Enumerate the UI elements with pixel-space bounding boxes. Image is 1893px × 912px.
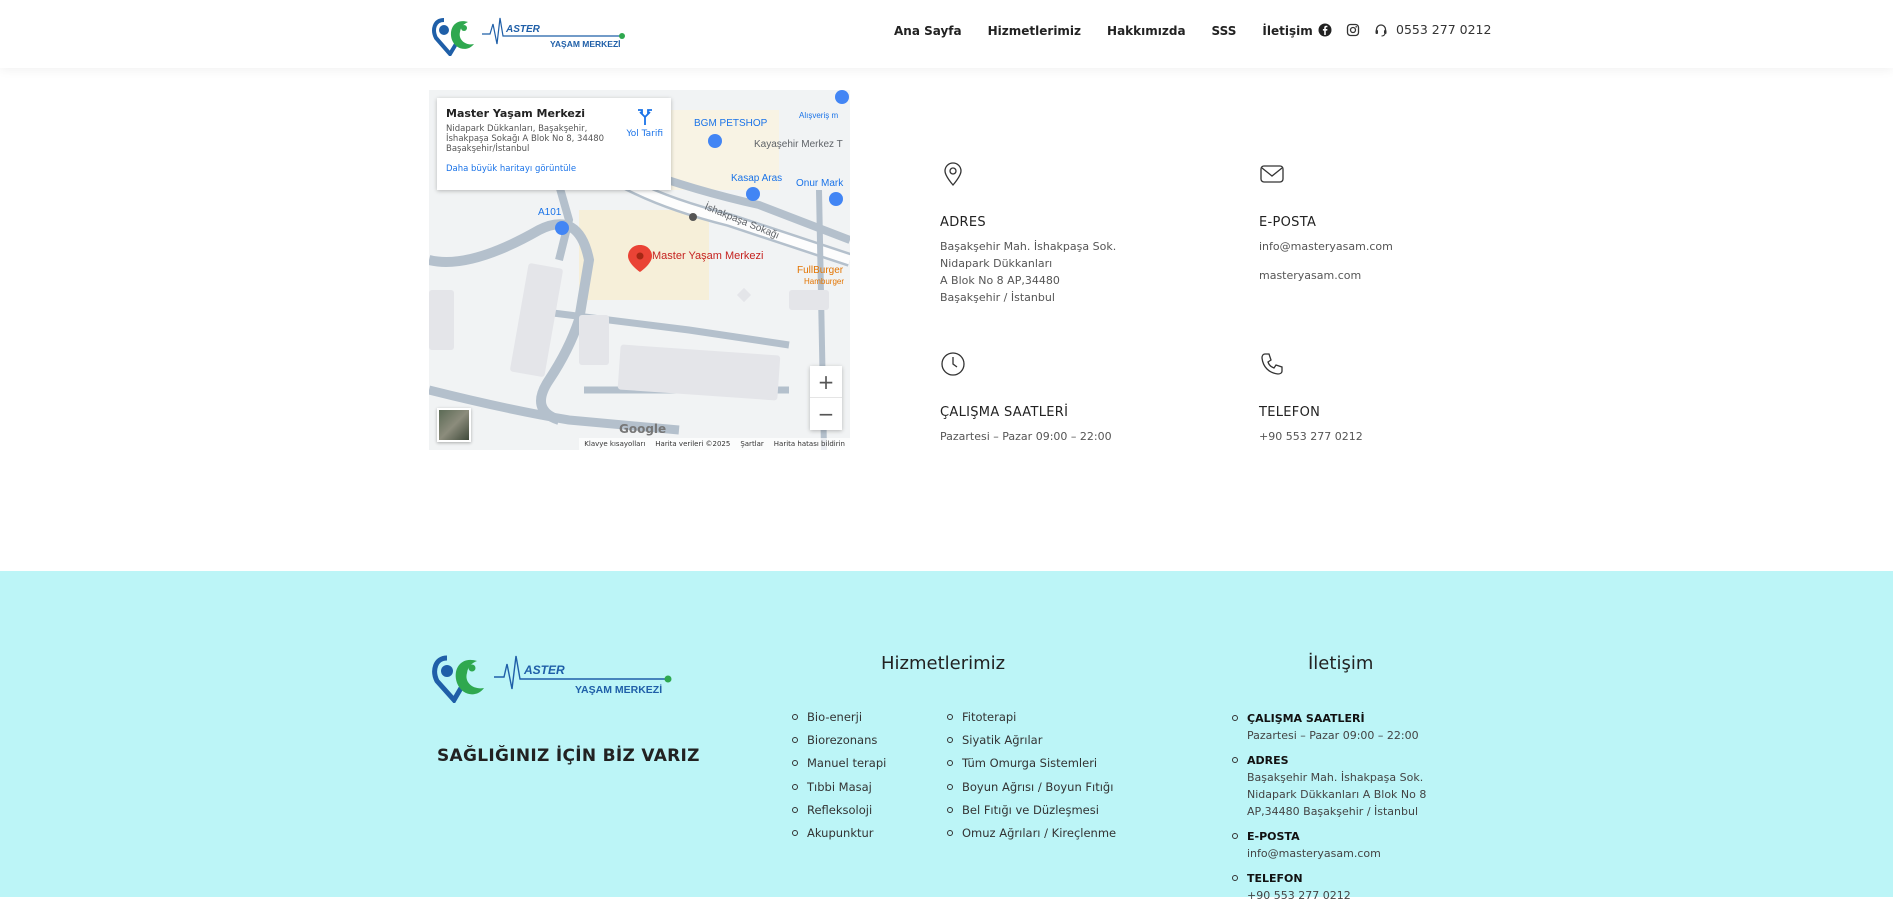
footer-contact-title: ÇALIŞMA SAATLERİ (1247, 712, 1365, 725)
footer-contact-item: E-POSTA info@masteryasam.com (1232, 828, 1447, 862)
logo-text-1: ASTER (505, 24, 541, 35)
header-phone[interactable]: 0553 277 0212 (1396, 22, 1491, 37)
address-title: ADRES (940, 215, 986, 230)
website-text[interactable]: masteryasam.com (1259, 267, 1393, 284)
site-header: ASTER YAŞAM MERKEZİ Ana Sayfa Hizmetleri… (0, 0, 1893, 68)
facebook-icon[interactable] (1318, 23, 1332, 37)
footer-service-link[interactable]: Boyun Ağrısı / Boyun Fıtığı (946, 780, 1116, 803)
map-place-address: Nidapark Dükkanları, Başakşehir, İshakpa… (446, 124, 605, 155)
map-zoom-controls: + − (810, 366, 842, 430)
footer-contact-item: ADRES Başakşehir Mah. İshakpaşa Sok. Nid… (1232, 752, 1447, 820)
hours-text: Pazartesi – Pazar 09:00 – 22:00 (940, 430, 1112, 443)
directions-button[interactable]: Yol Tarifi (626, 108, 663, 139)
footer-contact-title: ADRES (1247, 754, 1289, 767)
email-title: E-POSTA (1259, 215, 1317, 230)
map-label-kayasehir: Kayaşehir Merkez T (754, 139, 843, 150)
nav-services[interactable]: Hizmetlerimiz (988, 24, 1081, 38)
nav-faq[interactable]: SSS (1212, 24, 1237, 38)
hours-title: ÇALIŞMA SAATLERİ (940, 405, 1069, 420)
footer-service-link[interactable]: Bio-enerji (791, 710, 886, 733)
clock-icon (941, 352, 965, 376)
site-footer: ASTER YAŞAM MERKEZİ SAĞLIĞINIZ İÇİN BİZ … (0, 571, 1893, 902)
phone-icon (1261, 353, 1283, 375)
larger-map-link[interactable]: Daha büyük haritayı görüntüle (446, 164, 662, 174)
nav-home[interactable]: Ana Sayfa (894, 24, 962, 38)
footer-service-link[interactable]: Tüm Omurga Sistemleri (946, 756, 1116, 779)
address-text: Başakşehir Mah. İshakpaşa Sok. Nidapark … (940, 238, 1116, 306)
phone-title: TELEFON (1259, 405, 1321, 420)
footer-contact-value: Başakşehir Mah. İshakpaşa Sok. Nidapark … (1247, 771, 1427, 818)
footer-service-link[interactable]: Fitoterapi (946, 710, 1116, 733)
directions-icon (637, 109, 652, 125)
map-label-onur: Onur Mark (796, 178, 844, 189)
location-pin-icon (944, 162, 962, 186)
map-footer: Klavye kısayolları Harita verileri ©2025… (579, 438, 850, 450)
map-label-hamburger: Hamburger (804, 277, 844, 286)
satellite-toggle[interactable] (437, 408, 471, 442)
map-shortcuts-link[interactable]: Klavye kısayolları (584, 440, 645, 448)
address-line: Başakşehir Mah. İshakpaşa Sok. (940, 240, 1117, 253)
logo-text-2: YAŞAM MERKEZİ (550, 39, 621, 49)
map-label-fullburger: FullBurger (797, 265, 844, 276)
site-logo[interactable]: ASTER YAŞAM MERKEZİ (430, 14, 630, 58)
footer-service-link[interactable]: Omuz Ağrıları / Kireçlenme (946, 826, 1116, 849)
nav-contact[interactable]: İletişim (1262, 24, 1312, 38)
map-label-petshop: BGM PETSHOP (694, 118, 768, 129)
contact-phone: TELEFON +90 553 277 0212 (1259, 351, 1363, 445)
contact-address: ADRES Başakşehir Mah. İshakpaşa Sok. Nid… (940, 161, 1116, 306)
footer-service-link[interactable]: Siyatik Ağrılar (946, 733, 1116, 756)
footer-contact-title: TELEFON (1247, 872, 1303, 885)
map-info-card: Master Yaşam Merkezi Nidapark Dükkanları… (437, 98, 671, 190)
footer-contact-heading: İletişim (1308, 653, 1374, 674)
nav-about[interactable]: Hakkımızda (1107, 24, 1186, 38)
footer-service-link[interactable]: Refleksoloji (791, 803, 886, 826)
map-pin-label: Master Yaşam Merkezi (652, 250, 763, 262)
footer-contact-item: TELEFON +90 553 277 0212 (1232, 870, 1447, 904)
headset-icon (1375, 23, 1387, 36)
envelope-icon (1260, 165, 1284, 183)
footer-contact-item: ÇALIŞMA SAATLERİ Pazartesi – Pazar 09:00… (1232, 710, 1447, 744)
instagram-icon[interactable] (1346, 23, 1360, 37)
phone-text[interactable]: +90 553 277 0212 (1259, 428, 1363, 445)
header-contact: 0553 277 0212 (1318, 22, 1491, 37)
footer-service-link[interactable]: Biorezonans (791, 733, 886, 756)
contact-email: E-POSTA info@masteryasam.com masteryasam… (1259, 161, 1393, 284)
google-map[interactable]: Master Yaşam Merkezi BGM PETSHOP Kayaşeh… (429, 90, 850, 450)
footer-services-list-2: Fitoterapi Siyatik Ağrılar Tüm Omurga Si… (946, 710, 1116, 849)
address-line: A Blok No 8 AP,34480 (940, 274, 1060, 287)
footer-services-list-1: Bio-enerji Biorezonans Manuel terapi Tıb… (791, 710, 886, 849)
footer-contact-list: ÇALIŞMA SAATLERİ Pazartesi – Pazar 09:00… (1232, 710, 1447, 912)
zoom-out-button[interactable]: − (810, 398, 842, 430)
map-label-a101: A101 (538, 207, 562, 218)
footer-contact-value[interactable]: +90 553 277 0212 (1247, 887, 1447, 904)
map-report-link[interactable]: Harita hatası bildirin (774, 440, 845, 448)
contact-hours: ÇALIŞMA SAATLERİ Pazartesi – Pazar 09:00… (940, 351, 1112, 445)
footer-services-heading: Hizmetlerimiz (881, 653, 1006, 674)
footer-service-link[interactable]: Akupunktur (791, 826, 886, 849)
footer-contact-title: E-POSTA (1247, 830, 1300, 843)
map-terms-link[interactable]: Şartlar (740, 440, 763, 448)
map-label-kasap: Kasap Aras (731, 173, 782, 184)
footer-logo-text-2: YAŞAM MERKEZİ (575, 683, 662, 696)
footer-contact-value[interactable]: info@masteryasam.com (1247, 845, 1447, 862)
map-data-text: Harita verileri ©2025 (655, 440, 731, 448)
footer-logo-text-1: ASTER (523, 663, 565, 677)
directions-label: Yol Tarifi (626, 129, 663, 139)
map-label-alisveris: Alışveriş m (799, 111, 838, 120)
footer-logo[interactable]: ASTER YAŞAM MERKEZİ (430, 651, 675, 705)
zoom-in-button[interactable]: + (810, 366, 842, 398)
email-text[interactable]: info@masteryasam.com (1259, 238, 1393, 255)
footer-service-link[interactable]: Manuel terapi (791, 756, 886, 779)
footer-service-link[interactable]: Bel Fıtığı ve Düzleşmesi (946, 803, 1116, 826)
main-nav: Ana Sayfa Hizmetlerimiz Hakkımızda SSS İ… (894, 24, 1339, 38)
footer-contact-value: Pazartesi – Pazar 09:00 – 22:00 (1247, 729, 1419, 742)
address-line: Nidapark Dükkanları (940, 257, 1053, 270)
google-logo: Google (619, 422, 667, 436)
address-line: Başakşehir / İstanbul (940, 291, 1055, 304)
footer-service-link[interactable]: Tıbbi Masaj (791, 780, 886, 803)
footer-slogan: SAĞLIĞINIZ İÇİN BİZ VARIZ (437, 746, 700, 766)
